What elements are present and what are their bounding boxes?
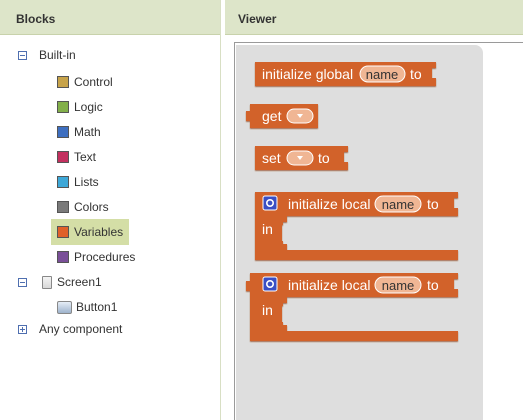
logic-swatch-icon [57,101,69,113]
category-label: Math [74,125,101,139]
block-initialize-local-2[interactable]: initialize local name to in [246,273,458,341]
mutator-gear-icon[interactable] [262,276,278,292]
tree-item-button1[interactable]: Button1 [57,296,117,318]
control-swatch-icon [57,76,69,88]
text-swatch-icon [57,151,69,163]
button-icon [57,300,72,314]
category-math[interactable]: Math [57,121,101,143]
category-lists[interactable]: Lists [57,171,99,193]
blocks-tree: Built-in Control Logic Math Text Lists C… [0,35,220,420]
tree-label-any-component: Any component [39,322,123,336]
init-local-name-field[interactable]: name [374,195,422,213]
category-label: Variables [74,225,124,239]
drawer-blocks: initialize global name to get set to ini [246,62,458,341]
category-label: Text [74,150,97,164]
collapse-icon[interactable] [18,277,27,287]
in-label: in [262,221,273,237]
mutator-gear-icon[interactable] [262,195,278,211]
category-label: Procedures [74,250,136,264]
procedures-swatch-icon [57,251,69,263]
block-initialize-global[interactable]: initialize global name to [255,62,436,86]
category-logic[interactable]: Logic [57,96,103,118]
name-field-text: name [382,278,415,293]
to-label: to [410,66,422,82]
init-local-name-field[interactable]: name [374,276,422,294]
set-dropdown[interactable] [286,150,314,166]
collapse-icon[interactable] [18,50,27,60]
block-initialize-local-1[interactable]: initialize local name to in [255,192,458,260]
blocks-panel: Blocks Built-in Control Logic Math Text … [0,0,221,420]
get-label: get [262,108,282,124]
tree-label-built-in: Built-in [39,48,76,62]
tree-item-built-in[interactable]: Built-in [18,44,76,66]
name-field-text: name [382,197,415,212]
init-global-label: initialize global [262,66,353,82]
colors-swatch-icon [57,201,69,213]
category-label: Control [74,75,113,89]
lists-swatch-icon [57,176,69,188]
math-swatch-icon [57,126,69,138]
in-label: in [262,302,273,318]
category-procedures[interactable]: Procedures [57,246,135,268]
to-label: to [427,277,439,293]
category-variables[interactable]: Variables [51,219,129,245]
category-colors[interactable]: Colors [57,196,109,218]
tree-label-screen1: Screen1 [57,275,102,289]
category-label: Lists [74,175,99,189]
category-text[interactable]: Text [57,146,96,168]
tree-item-any-component[interactable]: Any component [18,318,122,340]
name-field-text: name [366,67,399,82]
tree-item-screen1[interactable]: Screen1 [18,271,102,293]
blocks-panel-title: Blocks [0,0,220,35]
to-label: to [427,196,439,212]
block-set[interactable]: set to [255,146,348,170]
init-local-label: initialize local [288,277,370,293]
init-local-label: initialize local [288,196,370,212]
screen-icon [42,275,52,289]
variables-swatch-icon [57,226,69,238]
tree-label-button1: Button1 [76,300,118,314]
category-label: Logic [74,100,103,114]
category-label: Colors [74,200,109,214]
get-dropdown[interactable] [286,108,314,124]
init-global-name-field[interactable]: name [359,65,406,83]
block-get[interactable]: get [246,104,318,128]
category-control[interactable]: Control [57,71,113,93]
expand-icon[interactable] [18,324,27,334]
set-label: set [262,150,281,166]
to-label: to [318,150,330,166]
